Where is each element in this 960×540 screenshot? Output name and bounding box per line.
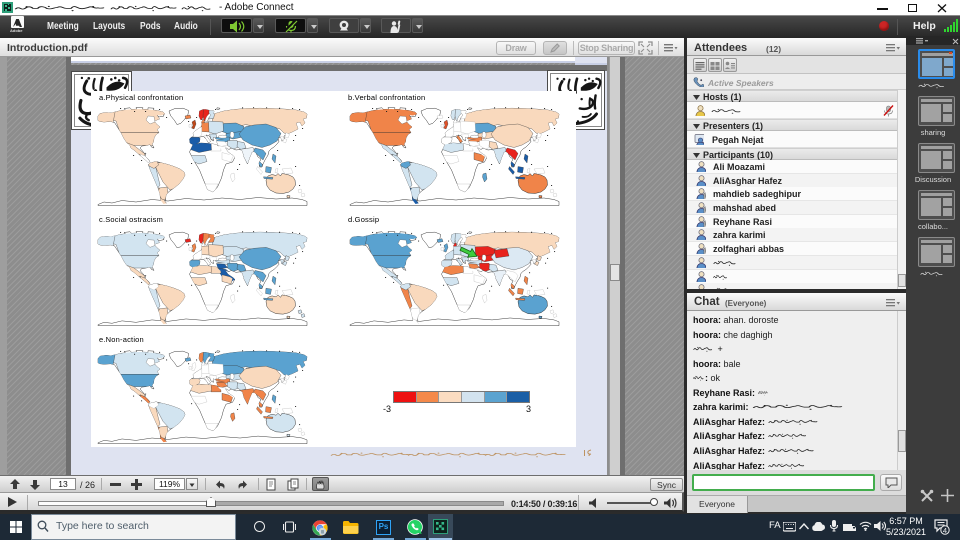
svg-text:4: 4 (943, 526, 947, 535)
